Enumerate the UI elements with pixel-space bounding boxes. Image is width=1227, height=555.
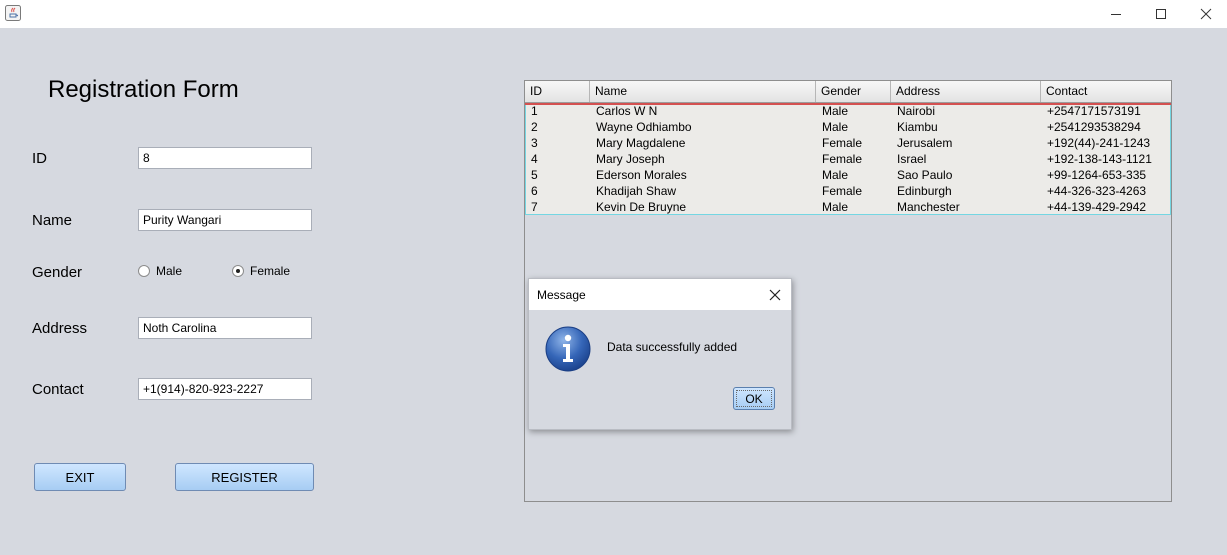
cell-address: Nairobi [897,104,936,118]
id-label: ID [32,150,47,167]
table-body: 1 Carlos W N Male Nairobi +2547171573191 2 Way… [525,103,1171,215]
dialog-message: Data successfully added [607,340,738,354]
minimize-icon [1111,14,1121,15]
table-header: ID Name Gender Address Contact [525,81,1171,103]
column-header-address[interactable]: Address [891,81,1041,102]
cell-id: 3 [531,136,538,150]
cell-id: 4 [531,152,538,166]
close-icon [1200,8,1212,20]
cell-id: 1 [531,104,538,118]
java-app-icon[interactable] [5,5,21,21]
table-row[interactable]: 1 Carlos W N Male Nairobi +2547171573191 [526,103,1170,119]
cell-name: Wayne Odhiambo [596,120,692,134]
radio-checked-icon [232,265,244,277]
register-button[interactable]: REGISTER [175,463,314,491]
table-row[interactable]: 2 Wayne Odhiambo Male Kiambu +2541293538294 [526,119,1170,135]
maximize-icon [1156,9,1166,19]
cell-contact: +2547171573191 [1047,104,1141,118]
cell-address: Jerusalem [897,136,953,150]
column-header-contact[interactable]: Contact [1041,81,1171,102]
cell-address: Sao Paulo [897,168,953,182]
cell-address: Manchester [897,200,960,214]
cell-contact: +44-326-323-4263 [1047,184,1147,198]
table-row[interactable]: 4 Mary Joseph Female Israel +192-138-143-112… [526,151,1170,167]
cell-name: Carlos W N [596,104,658,118]
message-dialog: Message Data successfully added OK [528,278,792,430]
cell-gender: Female [822,152,863,166]
ok-button[interactable]: OK [733,387,775,410]
address-field[interactable] [138,317,312,339]
minimize-button[interactable] [1093,0,1139,28]
close-window-button[interactable] [1183,0,1227,28]
gender-radio-male[interactable]: Male [138,264,182,278]
cell-name: Mary Joseph [596,152,665,166]
cell-name: Kevin De Bruyne [596,200,687,214]
table-row[interactable]: 3 Mary Magdalene Female Jerusalem +192(44)-2… [526,135,1170,151]
cell-contact: +99-1264-653-335 [1047,168,1147,182]
cell-gender: Male [822,120,849,134]
column-header-id[interactable]: ID [525,81,590,102]
contact-field[interactable] [138,378,312,400]
info-icon [545,326,591,372]
cell-gender: Male [822,200,849,214]
id-field[interactable] [138,147,312,169]
gender-option-label: Female [250,264,291,278]
radio-unchecked-icon [138,265,150,277]
cell-gender: Male [822,104,849,118]
cell-name: Ederson Morales [596,168,687,182]
table-row[interactable]: 7 Kevin De Bruyne Male Manchester +44-139-42… [526,199,1170,215]
name-label: Name [32,212,73,229]
cell-name: Khadijah Shaw [596,184,677,198]
cell-gender: Male [822,168,849,182]
column-header-gender[interactable]: Gender [816,81,891,102]
gender-radio-female[interactable]: Female [232,264,290,278]
gender-option-label: Male [156,264,183,278]
address-label: Address [32,320,88,337]
cell-contact: +192-138-143-1121 [1047,152,1152,166]
dialog-close-button[interactable] [765,285,785,305]
name-field[interactable] [138,209,312,231]
cell-address: Edinburgh [897,184,952,198]
gender-label: Gender [32,264,83,281]
column-header-name[interactable]: Name [590,81,816,102]
cell-contact: +192(44)-241-1243 [1047,136,1151,150]
window-titlebar [0,0,1227,28]
cell-id: 2 [531,120,538,134]
contact-label: Contact [32,381,84,398]
cell-contact: +2541293538294 [1047,120,1141,134]
dialog-title: Message [537,288,586,302]
cell-gender: Female [822,184,863,198]
maximize-button[interactable] [1138,0,1184,28]
table-row[interactable]: 5 Ederson Morales Male Sao Paulo +99-1264-65… [526,167,1170,183]
form-title: Registration Form [48,76,239,103]
cell-id: 7 [531,200,538,214]
cell-gender: Female [822,136,863,150]
cell-contact: +44-139-429-2942 [1047,200,1147,214]
cell-name: Mary Magdalene [596,136,686,150]
cell-address: Kiambu [897,120,938,134]
exit-button[interactable]: EXIT [34,463,126,491]
cell-id: 5 [531,168,538,182]
cell-address: Israel [897,152,927,166]
table-row[interactable]: 6 Khadijah Shaw Female Edinburgh +44-326-323… [526,183,1170,199]
dialog-titlebar: Message [529,279,791,310]
close-icon [769,289,781,301]
cell-id: 6 [531,184,538,198]
